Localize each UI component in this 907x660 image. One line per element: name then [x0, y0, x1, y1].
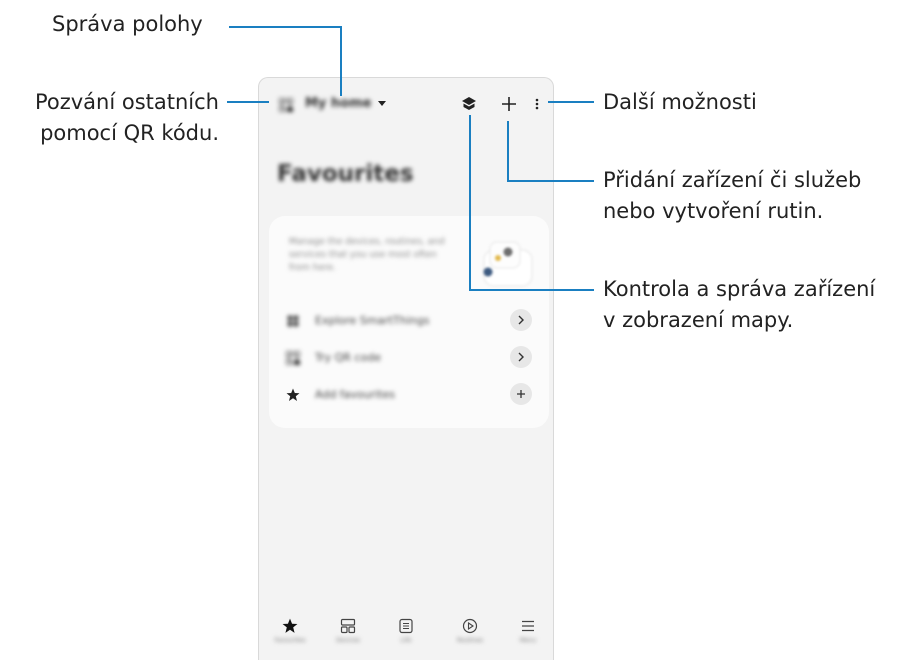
routines-icon — [462, 618, 478, 634]
callout-map-line1: Kontrola a správa zařízení — [603, 277, 876, 301]
menu-icon — [522, 620, 534, 632]
callout-map-line2: v zobrazení mapy. — [603, 308, 794, 332]
card-illustration — [474, 228, 538, 290]
row-add-favourites-label: Add favourites — [315, 388, 396, 401]
callout-add: Přidání zařízení či služeb nebo vytvořen… — [603, 165, 861, 227]
callout-add-line1: Přidání zařízení či služeb — [603, 168, 862, 192]
plus-icon[interactable] — [510, 383, 532, 405]
nav-favourites-label: Favourites — [274, 637, 306, 644]
row-qr[interactable]: Try QR code — [269, 341, 549, 375]
more-options-icon[interactable] — [533, 95, 541, 113]
chevron-right-icon[interactable] — [510, 309, 532, 331]
qr-invite-icon[interactable] — [277, 96, 295, 114]
nav-routines[interactable]: Routines — [445, 618, 495, 658]
favourites-title: Favourites — [277, 161, 414, 187]
callout-more: Další možnosti — [603, 90, 757, 114]
callout-map: Kontrola a správa zařízení v zobrazení m… — [603, 274, 875, 336]
nav-life[interactable]: Life — [381, 618, 431, 658]
row-explore[interactable]: Explore SmartThings — [269, 304, 549, 338]
add-icon[interactable] — [499, 94, 519, 114]
nav-devices-label: Devices — [336, 637, 360, 644]
row-explore-label: Explore SmartThings — [315, 314, 430, 327]
nav-life-label: Life — [400, 637, 412, 644]
callout-add-line2: nebo vytvoření rutin. — [603, 199, 824, 223]
row-qr-label: Try QR code — [315, 351, 381, 364]
nav-menu[interactable]: Menu — [503, 618, 553, 658]
bottom-nav: Favourites Devices Life Routines Menu — [259, 618, 553, 660]
nav-routines-label: Routines — [456, 637, 483, 644]
callout-location: Správa polohy — [52, 12, 203, 36]
nav-menu-label: Menu — [519, 637, 537, 644]
life-icon — [399, 618, 413, 634]
row-add-favourites[interactable]: Add favourites — [269, 378, 549, 412]
card-description: Manage the devices, routines, and servic… — [289, 237, 445, 273]
location-name[interactable]: My home — [305, 96, 372, 111]
nav-favourites[interactable]: Favourites — [265, 618, 315, 658]
nav-devices[interactable]: Devices — [323, 618, 373, 658]
devices-icon — [340, 618, 356, 634]
star-add-icon — [285, 387, 301, 403]
location-dropdown-icon[interactable] — [377, 99, 387, 109]
callout-invite-line1: Pozvání ostatních — [34, 90, 219, 114]
phone-screen: My home Favourites Manage the devices, r… — [258, 77, 554, 660]
star-icon — [282, 618, 298, 633]
qr-home-icon — [285, 350, 301, 366]
chevron-right-icon[interactable] — [510, 346, 532, 368]
map-view-icon[interactable] — [460, 95, 478, 113]
callout-invite-line2: pomocí QR kódu. — [40, 121, 219, 145]
explore-icon — [285, 313, 301, 329]
callout-invite: Pozvání ostatních pomocí QR kódu. — [8, 87, 219, 149]
top-bar: My home — [259, 78, 553, 134]
favourites-card: Manage the devices, routines, and servic… — [269, 216, 549, 428]
